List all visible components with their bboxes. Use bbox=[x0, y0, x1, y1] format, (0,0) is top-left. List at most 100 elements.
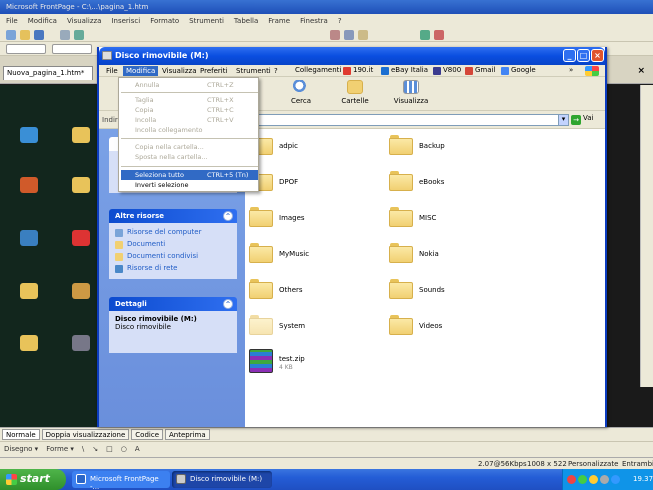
link-gmail[interactable]: Gmail bbox=[465, 66, 495, 76]
cut-icon[interactable] bbox=[330, 30, 340, 40]
rectangle-icon[interactable]: □ bbox=[106, 445, 113, 454]
explorer-title-bar[interactable]: Disco rimovibile (M:) _ □ × bbox=[99, 47, 605, 65]
print-icon[interactable] bbox=[60, 30, 70, 40]
line-icon[interactable]: \ bbox=[82, 445, 84, 454]
tab-split[interactable]: Doppia visualizzazione bbox=[41, 429, 130, 440]
fp-menu-item[interactable]: Modifica bbox=[28, 17, 57, 25]
menu-file[interactable]: File bbox=[103, 66, 121, 76]
fp-menu-item[interactable]: Finestra bbox=[300, 17, 328, 25]
folder-backup[interactable]: Backup bbox=[389, 133, 509, 163]
folder-images[interactable]: Images bbox=[249, 205, 369, 235]
folder-sounds[interactable]: Sounds bbox=[389, 277, 509, 307]
folder-adpic[interactable]: adpic bbox=[249, 133, 369, 163]
link-ebay[interactable]: eBay Italia bbox=[381, 66, 428, 76]
menu-item-cut: Taglia CTRL+X bbox=[135, 96, 234, 104]
windows-logo-icon bbox=[585, 66, 599, 76]
folder-icon bbox=[389, 135, 413, 155]
menu-item-invert-selection[interactable]: Inverti selezione bbox=[121, 180, 258, 190]
menu-separator bbox=[121, 138, 258, 139]
document-tab[interactable]: Nuova_pagina_1.htm* bbox=[3, 66, 93, 80]
tab-normal[interactable]: Normale bbox=[2, 429, 40, 440]
fp-menu-item[interactable]: Frame bbox=[268, 17, 290, 25]
link-documents[interactable]: Documenti bbox=[115, 239, 231, 251]
tray-icon[interactable] bbox=[600, 475, 609, 484]
arrow-icon[interactable]: ↘ bbox=[92, 445, 98, 454]
folder-mymusic[interactable]: MyMusic bbox=[249, 241, 369, 271]
style-select[interactable] bbox=[6, 44, 46, 54]
font-color-icon[interactable]: A bbox=[135, 445, 140, 454]
copy-icon[interactable] bbox=[344, 30, 354, 40]
maximize-button[interactable]: □ bbox=[577, 49, 590, 62]
link-google[interactable]: Google bbox=[501, 66, 536, 76]
view-tabs: Normale Doppia visualizzazione Codice An… bbox=[0, 427, 653, 441]
tray-icon[interactable] bbox=[611, 475, 620, 484]
site-icon bbox=[501, 67, 509, 75]
desktop-icon bbox=[20, 127, 38, 143]
search-icon bbox=[293, 80, 309, 94]
tab-preview[interactable]: Anteprima bbox=[165, 429, 210, 440]
folder-dpof[interactable]: DPOF bbox=[249, 169, 369, 199]
font-select[interactable] bbox=[52, 44, 92, 54]
minimize-button[interactable]: _ bbox=[563, 49, 576, 62]
tab-code[interactable]: Codice bbox=[131, 429, 164, 440]
menu-help[interactable]: ? bbox=[271, 66, 281, 76]
preview-icon[interactable] bbox=[74, 30, 84, 40]
close-button[interactable]: × bbox=[591, 49, 604, 62]
chevron-up-icon[interactable]: ^ bbox=[223, 299, 233, 309]
folder-misc[interactable]: MISC bbox=[389, 205, 509, 235]
panel-header[interactable]: Dettagli ^ bbox=[109, 297, 237, 311]
folder-icon bbox=[249, 207, 273, 227]
fp-menu-item[interactable]: Visualizza bbox=[67, 17, 101, 25]
menu-favorites[interactable]: Preferiti bbox=[197, 66, 230, 76]
draw-menu[interactable]: Disegno ▾ bbox=[4, 445, 38, 454]
oval-icon[interactable]: ○ bbox=[121, 445, 127, 454]
tray-icon[interactable] bbox=[578, 475, 587, 484]
paste-icon[interactable] bbox=[358, 30, 368, 40]
fp-menu-item[interactable]: Strumenti bbox=[189, 17, 224, 25]
tray-icon[interactable] bbox=[589, 475, 598, 484]
folder-nokia[interactable]: Nokia bbox=[389, 241, 509, 271]
chevron-up-icon[interactable]: ^ bbox=[223, 211, 233, 221]
link-190[interactable]: 190.it bbox=[343, 66, 373, 76]
go-arrow-icon: → bbox=[571, 115, 581, 125]
link-v800[interactable]: V800 bbox=[433, 66, 461, 76]
image-icon[interactable] bbox=[434, 30, 444, 40]
fp-menu-item[interactable]: ? bbox=[338, 17, 342, 25]
panel-header[interactable]: Altre risorse ^ bbox=[109, 209, 237, 223]
fp-menu-item[interactable]: Formato bbox=[150, 17, 179, 25]
open-icon[interactable] bbox=[20, 30, 30, 40]
search-button[interactable]: Cerca bbox=[279, 80, 323, 108]
desktop-icon bbox=[20, 177, 38, 193]
file-test-zip[interactable]: test.zip 4 KB bbox=[249, 349, 339, 379]
table-icon[interactable] bbox=[420, 30, 430, 40]
fp-menu-item[interactable]: Tabella bbox=[234, 17, 258, 25]
fp-menu-item[interactable]: Inserisci bbox=[111, 17, 140, 25]
menu-tools[interactable]: Strumenti bbox=[233, 66, 274, 76]
link-network[interactable]: Risorse di rete bbox=[115, 263, 231, 275]
folder-videos[interactable]: Videos bbox=[389, 313, 509, 343]
folder-others[interactable]: Others bbox=[249, 277, 369, 307]
close-document-icon[interactable]: × bbox=[637, 66, 645, 76]
chevron-down-icon[interactable]: ▾ bbox=[558, 114, 569, 126]
vertical-scrollbar[interactable] bbox=[640, 85, 653, 387]
start-button[interactable]: start bbox=[0, 469, 66, 490]
taskbar-item-frontpage[interactable]: Microsoft FrontPage -... bbox=[72, 471, 170, 490]
folder-ebooks[interactable]: eBooks bbox=[389, 169, 509, 199]
menu-item-select-all[interactable]: Seleziona tutto CTRL+5 (Tn) bbox=[121, 170, 258, 180]
shapes-menu[interactable]: Forme ▾ bbox=[46, 445, 74, 454]
chevron-right-icon[interactable]: » bbox=[569, 66, 573, 74]
views-button[interactable]: Visualizza bbox=[389, 80, 433, 108]
menu-edit[interactable]: Modifica bbox=[123, 66, 159, 76]
link-my-computer[interactable]: Risorse del computer bbox=[115, 227, 231, 239]
new-icon[interactable] bbox=[6, 30, 16, 40]
menu-view[interactable]: Visualizza bbox=[159, 66, 199, 76]
save-icon[interactable] bbox=[34, 30, 44, 40]
folder-system[interactable]: System bbox=[249, 313, 369, 343]
fp-menu-item[interactable]: File bbox=[6, 17, 18, 25]
taskbar-item-explorer[interactable]: Disco rimovibile (M:) bbox=[172, 471, 272, 488]
clock[interactable]: 19.37 bbox=[633, 475, 653, 483]
link-shared-documents[interactable]: Documenti condivisi bbox=[115, 251, 231, 263]
go-button[interactable]: → Vai bbox=[571, 114, 601, 126]
folders-button[interactable]: Cartelle bbox=[333, 80, 377, 108]
tray-icon[interactable] bbox=[567, 475, 576, 484]
